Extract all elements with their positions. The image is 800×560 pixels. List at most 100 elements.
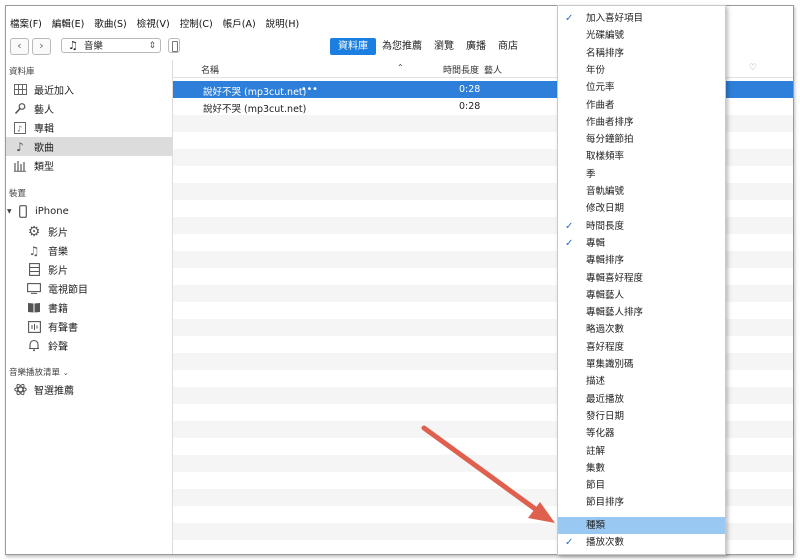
menu-item-label: 作曲者: [586, 99, 615, 111]
menu-edit[interactable]: 編輯(E): [52, 16, 84, 30]
device-button[interactable]: [168, 38, 180, 53]
menu-item-episode-id[interactable]: 單集識別碼: [558, 356, 725, 373]
menu-item-label: 音軌編號: [586, 186, 625, 197]
menu-item-skips[interactable]: 略過次數: [558, 321, 725, 338]
menu-item-album-rating[interactable]: 專輯喜好程度: [558, 270, 725, 287]
chevron-left-icon: ‹: [17, 39, 22, 52]
menu-item-label: 作曲者排序: [586, 116, 634, 128]
menu-item-label: 集數: [586, 462, 606, 474]
iphone-icon: [15, 204, 31, 220]
menu-item-sort-album[interactable]: 專輯排序: [558, 252, 725, 269]
genre-icon: [12, 158, 28, 174]
sidebar-item-recently-added[interactable]: 最近加入: [6, 80, 172, 99]
menu-item-label: 季: [586, 168, 596, 180]
menu-item-label: 種類: [586, 520, 606, 531]
menu-item-sort-name[interactable]: 名稱排序: [558, 45, 725, 62]
song-time: 0:28: [459, 84, 481, 95]
tab-browse[interactable]: 瀏覽: [428, 38, 460, 55]
column-header-artist[interactable]: 藝人: [484, 63, 502, 76]
tab-store[interactable]: 商店: [492, 38, 524, 55]
menu-item-label: 專輯藝人: [586, 289, 625, 301]
menu-item-sort-album-artist[interactable]: 專輯藝人排序: [558, 304, 725, 321]
menu-item-composer[interactable]: 作曲者: [558, 97, 725, 114]
menu-song[interactable]: 歌曲(S): [94, 16, 126, 30]
sidebar-device-item-music[interactable]: ♫ 音樂: [6, 241, 172, 260]
menu-item-album[interactable]: ✓ 專輯: [558, 235, 725, 252]
menu-item-episode-number[interactable]: 集數: [558, 460, 725, 477]
menu-item-show[interactable]: 節目: [558, 477, 725, 494]
book-icon: [26, 300, 42, 316]
menu-item-label: 描述: [586, 376, 606, 388]
menu-view[interactable]: 檢視(V): [137, 16, 170, 30]
sidebar-device-item-books[interactable]: 書籍: [6, 298, 172, 317]
sidebar-device-item-videos[interactable]: 影片: [6, 260, 172, 279]
menu-item-sort-show[interactable]: 節目排序: [558, 494, 725, 511]
menu-item-label: 發行日期: [586, 410, 625, 422]
menu-item-description[interactable]: 描述: [558, 373, 725, 390]
menu-item-last-played[interactable]: 最近播放: [558, 391, 725, 408]
menu-help[interactable]: 說明(H): [266, 16, 300, 30]
menu-item-track-number[interactable]: 音軌編號: [558, 183, 725, 200]
column-header-time[interactable]: 時間長度: [443, 63, 479, 76]
sidebar-item-label: 智選推薦: [34, 386, 74, 397]
menu-item-rating[interactable]: 喜好程度: [558, 339, 725, 356]
menu-item-sort-composer[interactable]: 作曲者排序: [558, 114, 725, 131]
music-note-icon: ♪: [16, 139, 24, 154]
sidebar-device-item-tv-shows[interactable]: 電視節目: [6, 279, 172, 298]
menu-item-time[interactable]: ✓ 時間長度: [558, 218, 725, 235]
column-header-name[interactable]: 名稱: [201, 63, 219, 76]
menu-item-album-artist[interactable]: 專輯藝人: [558, 287, 725, 304]
menu-account[interactable]: 帳戶(A): [223, 16, 256, 30]
disclosure-triangle-icon[interactable]: ▼: [7, 208, 15, 215]
media-kind-label: 音樂: [83, 41, 103, 52]
tab-radio[interactable]: 廣播: [460, 38, 492, 55]
more-options-button[interactable]: •••: [301, 84, 318, 95]
sidebar-item-genres[interactable]: 類型: [6, 156, 172, 175]
menu-item-release-date[interactable]: 發行日期: [558, 408, 725, 425]
menu-controls[interactable]: 控制(C): [180, 16, 213, 30]
sidebar-device-item-movies[interactable]: ⚙ 影片: [6, 222, 172, 241]
sidebar-item-albums[interactable]: ♪ 專輯: [6, 118, 172, 137]
menu-item-label: 加入喜好項目: [586, 13, 644, 24]
grid-icon: [12, 82, 28, 98]
chevron-down-icon: ⌄: [62, 369, 69, 377]
sidebar-device-item-audiobooks[interactable]: 有聲書: [6, 317, 172, 336]
menu-file[interactable]: 檔案(F): [10, 16, 42, 30]
menu-item-label: 最近播放: [586, 393, 625, 405]
sort-ascending-icon[interactable]: ⌃: [397, 63, 404, 72]
microphone-icon: [12, 101, 28, 117]
sidebar-item-songs[interactable]: ♪ 歌曲: [6, 137, 172, 156]
menu-item-label: 專輯藝人排序: [586, 307, 644, 319]
sidebar-item-label: 影片: [48, 266, 68, 277]
tab-library[interactable]: 資料庫: [330, 38, 376, 55]
device-name: iPhone: [35, 206, 69, 217]
menu-item-bit-rate[interactable]: 位元率: [558, 79, 725, 96]
tab-for-you[interactable]: 為您推薦: [376, 38, 428, 55]
menu-item-plays[interactable]: ✓ 播放次數: [558, 534, 725, 551]
bell-icon: [26, 338, 42, 354]
menu-item-equalizer[interactable]: 等化器: [558, 425, 725, 442]
menu-item-kind[interactable]: 種類: [558, 517, 725, 535]
sidebar-playlist-genius[interactable]: 智選推薦: [6, 380, 172, 399]
menu-item-disc-number[interactable]: 光碟編號: [558, 27, 725, 44]
menu-item-date-modified[interactable]: 修改日期: [558, 200, 725, 217]
menu-item-bpm[interactable]: 每分鐘節拍: [558, 131, 725, 148]
sidebar-item-label: 鈴聲: [48, 342, 68, 353]
menu-item-label: 播放次數: [586, 537, 625, 549]
forward-button[interactable]: ›: [32, 38, 51, 55]
menu-item-comments[interactable]: 註解: [558, 443, 725, 460]
devices-heading: 裝置: [9, 189, 27, 199]
menu-item-label: 註解: [586, 445, 606, 457]
sidebar-item-artists[interactable]: 藝人: [6, 99, 172, 118]
menu-item-season[interactable]: 季: [558, 166, 725, 183]
back-button[interactable]: ‹: [10, 38, 29, 55]
sidebar-device-item-tones[interactable]: 鈴聲: [6, 336, 172, 355]
media-kind-select[interactable]: ♫ 音樂 ⇕: [61, 38, 161, 53]
heart-icon[interactable]: ♡: [749, 63, 757, 73]
menu-item-favorite[interactable]: ✓ 加入喜好項目: [558, 10, 725, 27]
music-playlists-heading[interactable]: 音樂播放清單 ⌄: [9, 366, 69, 378]
sidebar-device-iphone[interactable]: ▼ iPhone: [6, 202, 172, 221]
menu-item-sample-rate[interactable]: 取樣頻率: [558, 148, 725, 165]
album-icon: ♪: [12, 120, 28, 136]
menu-item-year[interactable]: 年份: [558, 62, 725, 79]
